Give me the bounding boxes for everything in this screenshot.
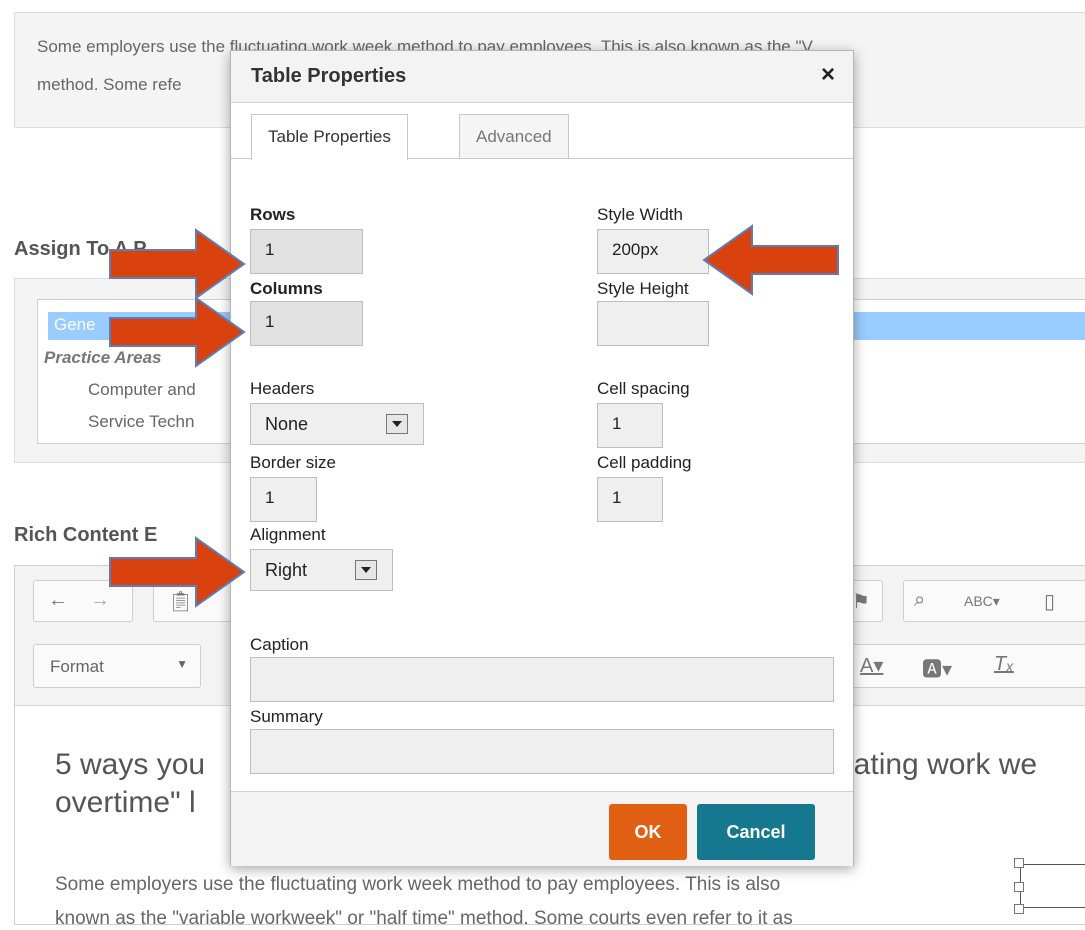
text-color-group: A▾ 🅰︎▾ Tₓ	[843, 644, 1085, 688]
summary-input[interactable]	[250, 729, 834, 774]
headers-value: None	[265, 414, 309, 434]
document-icon[interactable]: ▯	[1044, 589, 1055, 614]
tab-strip: Table Properties Advanced	[231, 103, 853, 160]
undo-icon[interactable]: ←	[48, 589, 68, 612]
dialog-body: Table Properties Advanced Rows 1 Columns…	[231, 103, 853, 791]
style-width-input[interactable]: 200px	[597, 229, 709, 274]
columns-label: Columns	[250, 279, 323, 298]
content-paragraph-line2: known as the "variable workweek" or "hal…	[55, 908, 793, 929]
content-heading-line2: overtime" l	[55, 786, 196, 819]
dialog-header[interactable]: Table Properties ×	[231, 51, 853, 103]
style-width-label: Style Width	[597, 205, 683, 224]
chevron-down-icon[interactable]	[386, 414, 408, 434]
caption-label: Caption	[250, 635, 309, 654]
headers-label: Headers	[250, 379, 315, 398]
annotation-arrow-right-icon	[109, 536, 246, 608]
border-size-input[interactable]: 1	[250, 477, 317, 522]
cell-padding-input[interactable]: 1	[597, 477, 663, 522]
assign-item[interactable]: Service Techn	[88, 412, 194, 432]
summary-label: Summary	[250, 707, 323, 726]
cell-spacing-input[interactable]: 1	[597, 403, 663, 448]
description-text-line2: method. Some refe	[37, 75, 182, 94]
alignment-value: Right	[265, 560, 308, 580]
inserted-table[interactable]	[1020, 864, 1085, 908]
text-color-icon[interactable]: A▾	[860, 653, 883, 678]
format-label: Format	[50, 657, 104, 676]
alignment-select[interactable]: Right	[250, 549, 393, 591]
resize-handle[interactable]	[1014, 904, 1024, 914]
redo-icon[interactable]: →	[90, 589, 110, 612]
rows-label: Rows	[250, 205, 296, 224]
tab-table-properties[interactable]: Table Properties	[251, 114, 408, 160]
dialog-title: Table Properties	[251, 65, 407, 87]
assign-item[interactable]: Computer and	[88, 380, 196, 400]
annotation-arrow-right-icon	[109, 296, 246, 368]
spellcheck-icon[interactable]: ABC▾	[964, 593, 1000, 610]
columns-input[interactable]: 1	[250, 301, 363, 346]
cancel-button[interactable]: Cancel	[697, 804, 815, 860]
rows-input[interactable]: 1	[250, 229, 363, 274]
tab-advanced[interactable]: Advanced	[459, 114, 569, 158]
content-heading-right: uating work we	[837, 748, 1038, 781]
table-properties-dialog: Table Properties × Table Properties Adva…	[230, 50, 854, 866]
resize-handle[interactable]	[1014, 858, 1024, 868]
close-icon[interactable]: ×	[821, 61, 835, 89]
caption-input[interactable]	[250, 657, 834, 702]
headers-select[interactable]: None	[250, 403, 424, 445]
tools-group: ⌕ ABC▾ ▯	[903, 580, 1085, 622]
chevron-down-icon: ▼	[176, 657, 188, 671]
chevron-down-icon[interactable]	[355, 560, 377, 580]
cell-padding-label: Cell padding	[597, 453, 692, 472]
content-paragraph-line1: Some employers use the fluctuating work …	[55, 874, 781, 895]
bg-color-icon[interactable]: 🅰︎▾	[922, 653, 952, 682]
style-height-input[interactable]	[597, 301, 709, 346]
format-dropdown[interactable]: Format ▼	[33, 644, 201, 688]
annotation-arrow-right-icon	[109, 228, 246, 300]
resize-handle[interactable]	[1014, 882, 1024, 892]
cell-spacing-label: Cell spacing	[597, 379, 690, 398]
remove-format-icon[interactable]: Tₓ	[994, 653, 1014, 676]
alignment-label: Alignment	[250, 525, 326, 544]
border-size-label: Border size	[250, 453, 336, 472]
annotation-arrow-left-icon	[702, 224, 839, 296]
ok-button[interactable]: OK	[609, 804, 687, 860]
search-icon[interactable]: ⌕	[914, 589, 925, 612]
flag-icon[interactable]: ⚑	[852, 589, 870, 614]
style-height-label: Style Height	[597, 279, 689, 298]
dialog-footer: OK Cancel	[231, 791, 853, 866]
content-heading-left: 5 ways you	[55, 748, 206, 781]
